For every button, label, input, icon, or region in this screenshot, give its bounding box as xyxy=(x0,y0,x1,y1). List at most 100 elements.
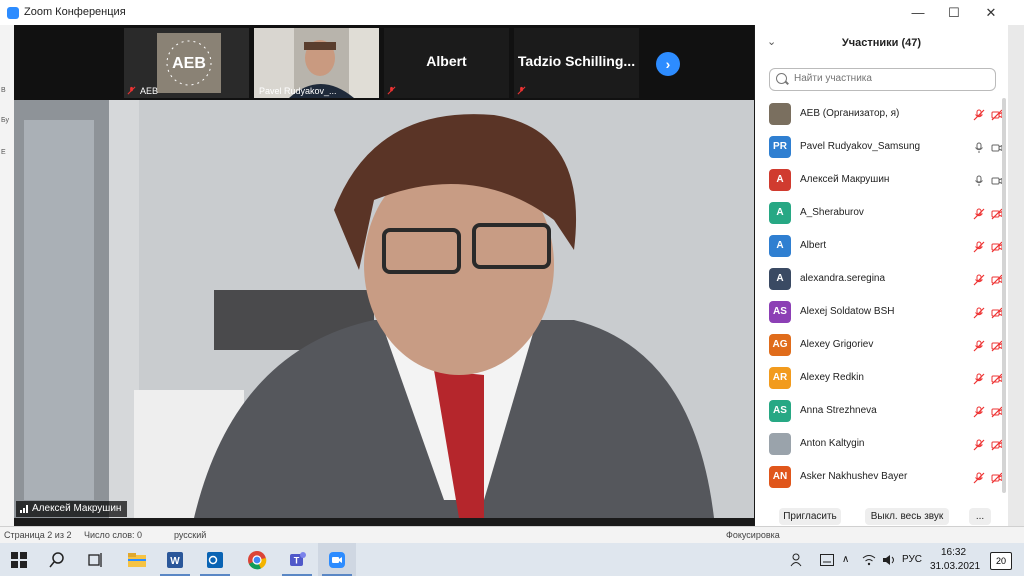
avatar xyxy=(769,433,791,455)
avatar: A xyxy=(769,268,791,290)
video-tile-albert[interactable]: Albert xyxy=(384,28,509,98)
avatar: AN xyxy=(769,466,791,488)
avatar: A xyxy=(769,235,791,257)
video-tile-pavel[interactable]: Pavel Rudyakov_... xyxy=(254,28,379,98)
speaker-video-feed xyxy=(14,100,754,518)
mic-muted-icon[interactable] xyxy=(973,438,985,451)
participant-name: alexandra.seregina xyxy=(800,273,886,284)
participant-name: A_Sheraburov xyxy=(800,207,864,218)
windows-start-icon[interactable] xyxy=(0,543,38,576)
avatar xyxy=(769,103,791,125)
video-tile-aeb[interactable]: AEB AEB xyxy=(124,28,249,98)
clock-date[interactable]: 31.03.2021 xyxy=(930,561,980,572)
title-bar: Zoom Конференция — ☐ ✕ xyxy=(0,0,1024,25)
tile-display-name: Albert xyxy=(426,53,467,69)
mic-icon[interactable] xyxy=(973,174,985,186)
scrollbar[interactable] xyxy=(1002,98,1006,493)
participant-row[interactable]: AS Alexej Soldatow BSH xyxy=(755,296,1008,329)
participant-row[interactable]: A Алексей Макрушин xyxy=(755,164,1008,197)
speaker-name-label: Алексей Макрушин xyxy=(16,501,128,517)
participant-name: Pavel Rudyakov_Samsung xyxy=(800,141,921,152)
svg-text:AEB: AEB xyxy=(172,55,206,72)
next-page-button[interactable]: › xyxy=(656,52,680,76)
participant-name: Anton Kaltygin xyxy=(800,438,865,449)
participant-row[interactable]: A A_Sheraburov xyxy=(755,197,1008,230)
avatar: PR xyxy=(769,136,791,158)
clock-time[interactable]: 16:32 xyxy=(941,547,966,558)
participant-row[interactable]: A Albert xyxy=(755,230,1008,263)
taskbar: W T ∧ РУС 16:32 31.03.2021 20 xyxy=(0,543,1024,576)
mic-muted-icon[interactable] xyxy=(973,240,985,253)
mic-muted-icon xyxy=(387,86,396,95)
participant-row[interactable]: AG Alexey Grigoriev xyxy=(755,329,1008,362)
svg-text:W: W xyxy=(170,556,180,567)
mic-muted-icon xyxy=(127,86,136,95)
mic-muted-icon[interactable] xyxy=(973,339,985,352)
participant-row[interactable]: PR Pavel Rudyakov_Samsung xyxy=(755,131,1008,164)
mic-muted-icon[interactable] xyxy=(973,405,985,418)
mic-muted-icon[interactable] xyxy=(973,471,985,484)
task-view-icon[interactable] xyxy=(76,543,114,576)
search-icon[interactable] xyxy=(38,543,76,576)
video-strip: AEB AEB Pavel Rudyakov_... Albert Tadzio… xyxy=(14,25,754,100)
wifi-icon[interactable] xyxy=(862,554,876,566)
keyboard-icon[interactable] xyxy=(820,554,834,566)
chevron-up-icon[interactable]: ∧ xyxy=(842,554,849,565)
background-scroll-edge xyxy=(1008,25,1024,543)
invite-button[interactable]: Пригласить xyxy=(779,508,841,525)
tile-display-name: Tadzio Schilling... xyxy=(517,53,636,69)
participant-row[interactable]: AR Alexey Redkin xyxy=(755,362,1008,395)
input-language[interactable]: РУС xyxy=(902,554,922,565)
video-tile-tadzio[interactable]: Tadzio Schilling... xyxy=(514,28,639,98)
word-icon[interactable]: W xyxy=(156,543,194,576)
zoom-icon[interactable] xyxy=(318,543,356,576)
speaker-name: Алексей Макрушин xyxy=(32,503,122,514)
maximize-button[interactable]: ☐ xyxy=(940,3,968,23)
participant-row[interactable]: AS Anna Strezhneva xyxy=(755,395,1008,428)
people-icon[interactable] xyxy=(790,553,804,567)
close-button[interactable]: ✕ xyxy=(977,3,1005,23)
mic-muted-icon[interactable] xyxy=(973,273,985,286)
mic-muted-icon[interactable] xyxy=(973,372,985,385)
participant-name: Alexey Redkin xyxy=(800,372,864,383)
avatar: A xyxy=(769,202,791,224)
background-document-edge: В Бу Е xyxy=(0,25,14,543)
participant-name: Alexej Soldatow BSH xyxy=(800,306,895,317)
chrome-icon[interactable] xyxy=(238,543,276,576)
mic-icon[interactable] xyxy=(973,141,985,153)
file-explorer-icon[interactable] xyxy=(118,543,156,576)
aeb-logo: AEB xyxy=(157,33,221,93)
participant-row[interactable]: Aalexandra.seregina xyxy=(755,263,1008,296)
avatar: AS xyxy=(769,301,791,323)
more-button[interactable]: ... xyxy=(969,508,991,525)
word-status-bar: Страница 2 из 2 Число слов: 0 русский Фо… xyxy=(0,526,1024,544)
avatar: AS xyxy=(769,400,791,422)
participant-name: AEB (Организатор, я) xyxy=(800,108,900,119)
participant-search[interactable] xyxy=(769,68,996,91)
participant-name: Asker Nakhushev Bayer xyxy=(800,471,908,482)
mic-muted-icon[interactable] xyxy=(973,108,985,121)
search-icon xyxy=(776,73,787,84)
teams-icon[interactable]: T xyxy=(278,543,316,576)
mute-all-button[interactable]: Выкл. весь звук xyxy=(865,508,949,525)
minimize-button[interactable]: — xyxy=(904,3,932,23)
participant-row[interactable]: Anton Kaltygin xyxy=(755,428,1008,461)
svg-text:T: T xyxy=(294,556,300,566)
bg-text: Бу xyxy=(1,117,9,124)
avatar: A xyxy=(769,169,791,191)
participant-row[interactable]: AN Asker Nakhushev Bayer xyxy=(755,461,1008,494)
outlook-icon[interactable] xyxy=(196,543,234,576)
focus-mode[interactable]: Фокусировка xyxy=(726,530,780,540)
signal-strength-icon xyxy=(20,505,28,513)
avatar: AG xyxy=(769,334,791,356)
notifications-button[interactable]: 20 xyxy=(990,552,1012,570)
window-title: Zoom Конференция xyxy=(24,6,126,18)
chevron-right-icon: › xyxy=(665,56,671,72)
mic-muted-icon[interactable] xyxy=(973,306,985,319)
participant-row[interactable]: AEB (Организатор, я) xyxy=(755,98,1008,131)
volume-icon[interactable] xyxy=(882,554,896,566)
language: русский xyxy=(174,530,207,540)
mic-muted-icon[interactable] xyxy=(973,207,985,220)
word-count: Число слов: 0 xyxy=(84,530,143,540)
search-input[interactable] xyxy=(792,72,991,85)
